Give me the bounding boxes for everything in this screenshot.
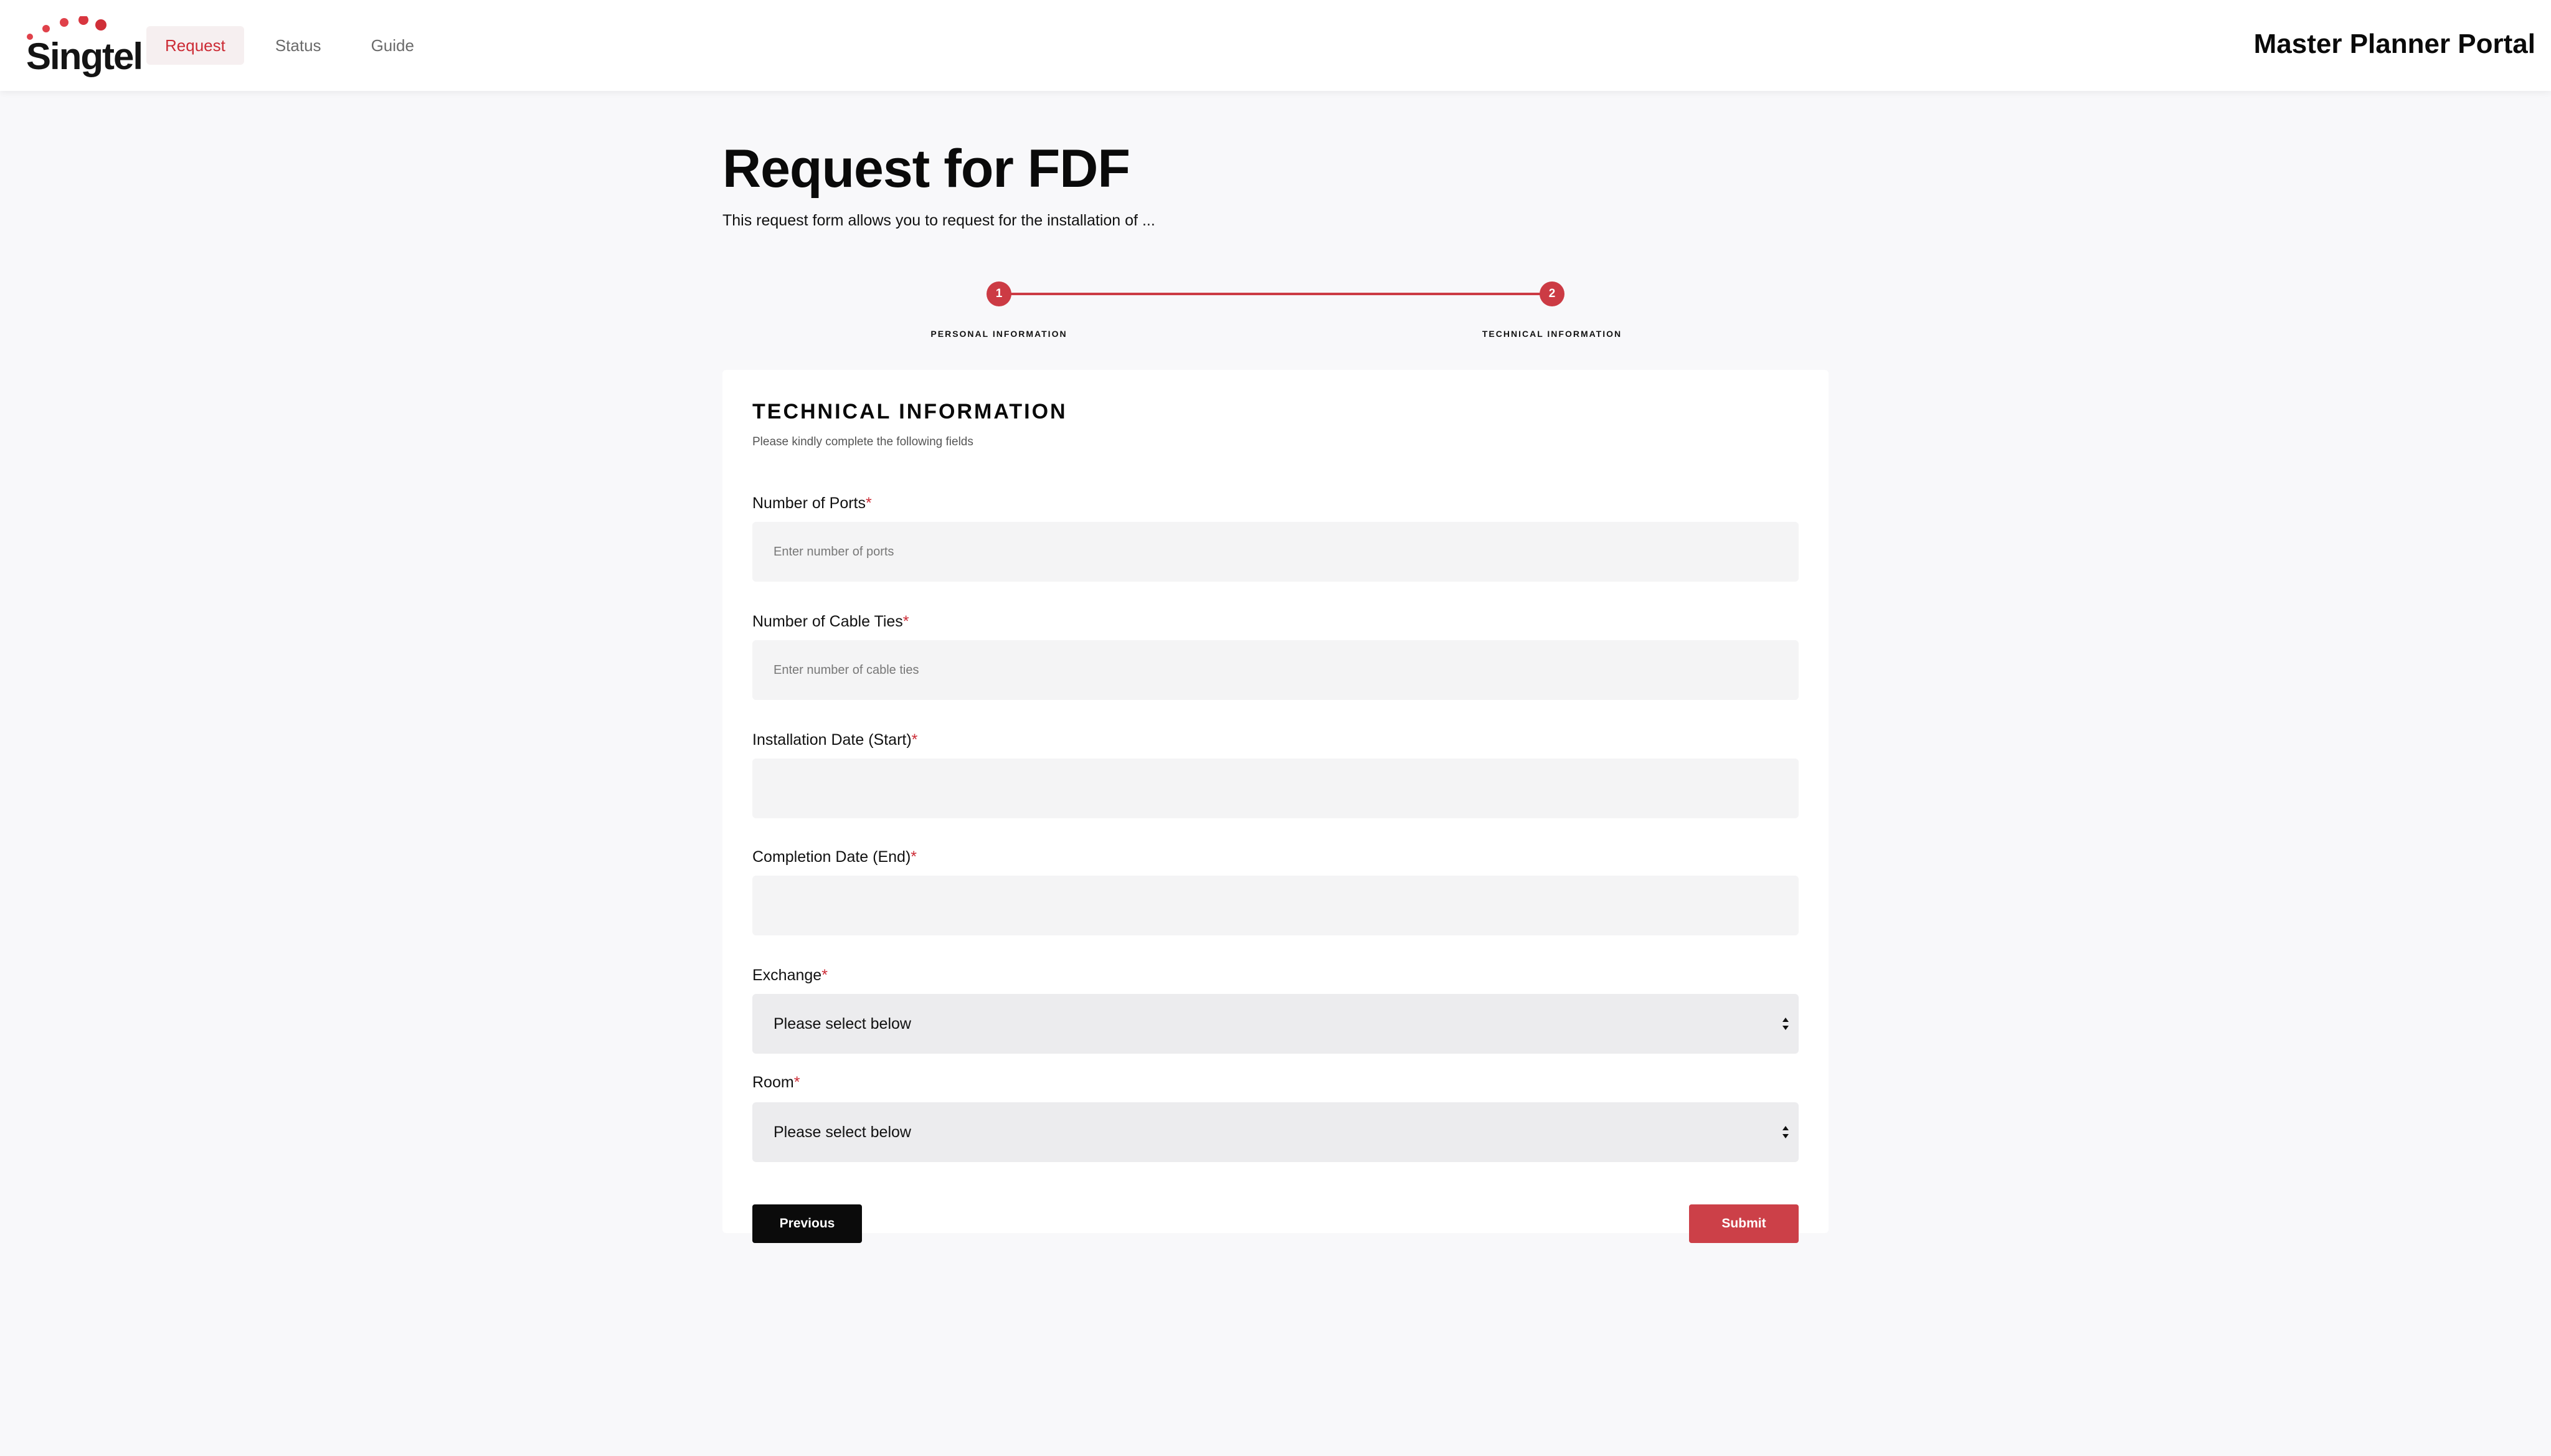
main-nav: Request Status Guide <box>146 26 433 65</box>
nav-item-request[interactable]: Request <box>146 26 244 65</box>
step-1-label: PERSONAL INFORMATION <box>930 329 1067 339</box>
cable-ties-label: Number of Cable Ties* <box>752 613 909 630</box>
required-marker: * <box>866 494 872 512</box>
cable-ties-input[interactable] <box>752 640 1799 700</box>
page-description: This request form allows you to request … <box>722 212 1155 229</box>
room-selected-value: Please select below <box>774 1123 911 1141</box>
section-title: TECHNICAL INFORMATION <box>752 400 1067 423</box>
end-date-label: Completion Date (End)* <box>752 848 917 866</box>
ports-input[interactable] <box>752 522 1799 582</box>
start-date-input[interactable] <box>752 759 1799 818</box>
exchange-select[interactable]: Please select below <box>752 994 1799 1054</box>
step-2-label: TECHNICAL INFORMATION <box>1482 329 1622 339</box>
nav-item-guide[interactable]: Guide <box>353 26 433 65</box>
end-date-input[interactable] <box>752 876 1799 935</box>
required-marker: * <box>821 967 828 984</box>
nav-item-status[interactable]: Status <box>257 26 340 65</box>
step-2-indicator[interactable]: 2 <box>1540 281 1564 306</box>
exchange-label: Exchange* <box>752 967 828 984</box>
progress-stepper: 1 2 PERSONAL INFORMATION TECHNICAL INFOR… <box>872 280 1682 343</box>
required-marker: * <box>911 848 917 866</box>
required-marker: * <box>911 731 918 749</box>
room-select[interactable]: Please select below <box>752 1102 1799 1162</box>
singtel-logo[interactable]: Singtel <box>25 16 143 77</box>
section-subtitle: Please kindly complete the following fie… <box>752 435 973 448</box>
select-arrows-icon <box>1782 1018 1789 1030</box>
technical-info-form-card: TECHNICAL INFORMATION Please kindly comp… <box>722 370 1829 1243</box>
top-navbar: Singtel Request Status Guide Master Plan… <box>0 0 2551 91</box>
select-arrows-icon <box>1782 1126 1789 1138</box>
start-date-label: Installation Date (Start)* <box>752 731 918 749</box>
stepper-connector <box>998 293 1551 295</box>
exchange-selected-value: Please select below <box>774 1015 911 1033</box>
previous-button[interactable]: Previous <box>752 1204 862 1243</box>
ports-label: Number of Ports* <box>752 494 872 512</box>
page-title: Request for FDF <box>722 139 1130 199</box>
required-marker: * <box>902 613 909 630</box>
room-label: Room* <box>752 1074 800 1091</box>
logo-wordmark: Singtel <box>26 35 143 77</box>
step-1-indicator[interactable]: 1 <box>987 281 1011 306</box>
submit-button[interactable]: Submit <box>1689 1204 1799 1243</box>
required-marker: * <box>793 1074 800 1091</box>
portal-title: Master Planner Portal <box>2253 29 2535 59</box>
